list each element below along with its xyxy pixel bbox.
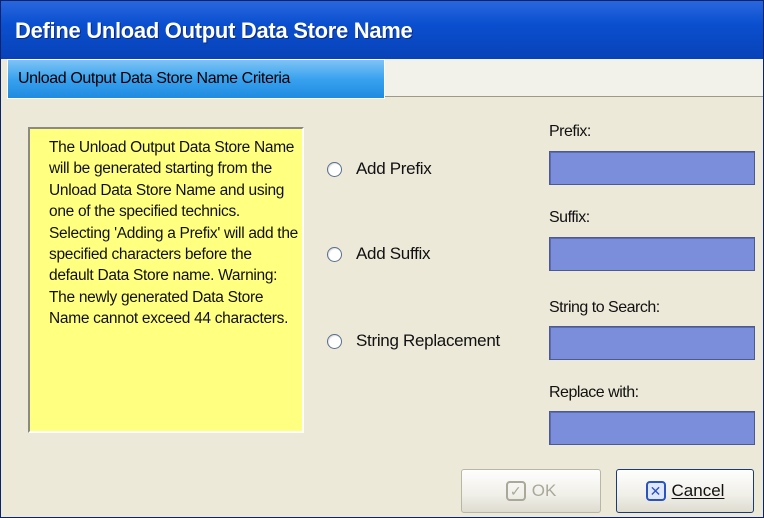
help-text-box: The Unload Output Data Store Name will b… <box>28 127 304 433</box>
string-replacement-radio[interactable]: String Replacement <box>327 331 500 351</box>
cancel-button[interactable]: ✕ Cancel <box>616 469 754 513</box>
check-icon: ✓ <box>505 481 526 501</box>
close-icon: ✕ <box>645 481 666 501</box>
cancel-button-label: Cancel <box>671 481 725 500</box>
string-to-search-input[interactable] <box>549 326 755 360</box>
window-title: Define Unload Output Data Store Name <box>15 18 413 43</box>
add-suffix-label: Add Suffix <box>356 244 431 263</box>
prefix-input[interactable] <box>549 151 755 185</box>
suffix-input[interactable] <box>549 237 755 271</box>
radio-icon <box>327 333 342 349</box>
tab-criteria-label: Unload Output Data Store Name Criteria <box>18 70 291 87</box>
tab-criteria[interactable]: Unload Output Data Store Name Criteria <box>7 59 385 99</box>
radio-icon <box>327 161 342 177</box>
string-to-search-label: String to Search: <box>549 299 660 316</box>
ok-button-label: OK <box>531 481 557 500</box>
string-replacement-label: String Replacement <box>356 331 500 350</box>
define-unload-output-dialog: Define Unload Output Data Store Name Unl… <box>0 0 764 518</box>
tab-strip-empty-area <box>385 59 763 97</box>
radio-icon <box>327 246 342 262</box>
add-prefix-radio[interactable]: Add Prefix <box>327 159 432 179</box>
replace-with-label: Replace with: <box>549 384 639 401</box>
ok-button[interactable]: ✓ OK <box>461 469 601 513</box>
title-bar[interactable]: Define Unload Output Data Store Name <box>1 1 763 59</box>
tab-strip: Unload Output Data Store Name Criteria <box>1 59 763 99</box>
add-prefix-label: Add Prefix <box>356 159 432 178</box>
prefix-label: Prefix: <box>549 123 591 140</box>
add-suffix-radio[interactable]: Add Suffix <box>327 244 430 264</box>
help-text: The Unload Output Data Store Name will b… <box>49 139 298 328</box>
replace-with-input[interactable] <box>549 411 755 445</box>
suffix-label: Suffix: <box>549 209 590 226</box>
